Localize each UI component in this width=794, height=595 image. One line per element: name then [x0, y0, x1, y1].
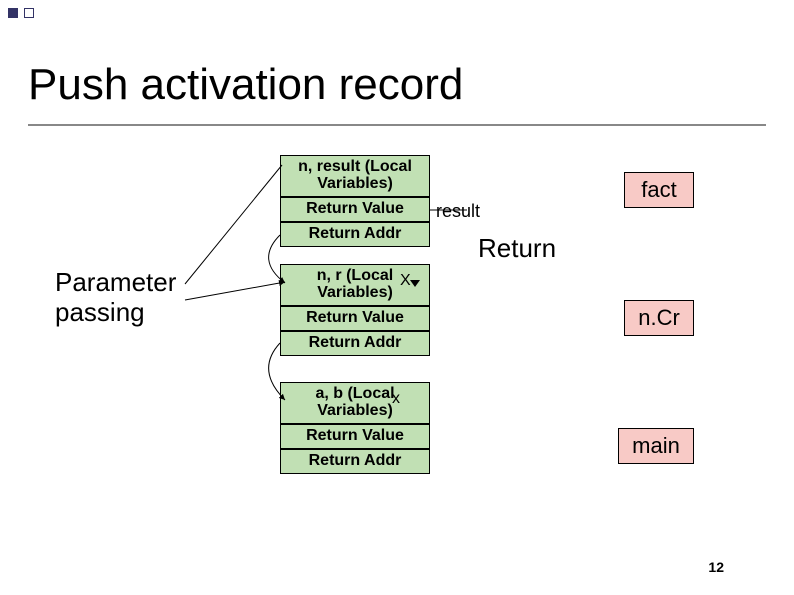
bullet-hollow-icon	[24, 8, 34, 18]
title-divider	[28, 124, 766, 126]
call-fact: fact	[624, 172, 694, 208]
call-main: main	[618, 428, 694, 464]
frame-bot-x-annot: x	[392, 390, 400, 408]
frame-top-retval: Return Value	[280, 197, 430, 222]
frame-mid-retaddr: Return Addr	[280, 331, 430, 356]
frame-bot-retaddr: Return Addr	[280, 449, 430, 474]
frame-bot-retval: Return Value	[280, 424, 430, 449]
page-number: 12	[708, 559, 724, 575]
page-title: Push activation record	[28, 60, 463, 110]
frame-mid-x-annot: X	[400, 272, 411, 290]
bullet-filled-icon	[8, 8, 18, 18]
call-ncr: n.Cr	[624, 300, 694, 336]
frame-mid-retval: Return Value	[280, 306, 430, 331]
frame-top-locals: n, result (LocalVariables)	[280, 155, 430, 197]
parameter-passing-label: Parameterpassing	[55, 268, 176, 328]
frame-top-retaddr: Return Addr	[280, 222, 430, 247]
frame-bot-locals: a, b (LocalVariables)	[280, 382, 430, 424]
return-label: Return	[478, 233, 556, 264]
result-annotation: result	[436, 201, 480, 222]
header-bullets	[8, 8, 34, 18]
